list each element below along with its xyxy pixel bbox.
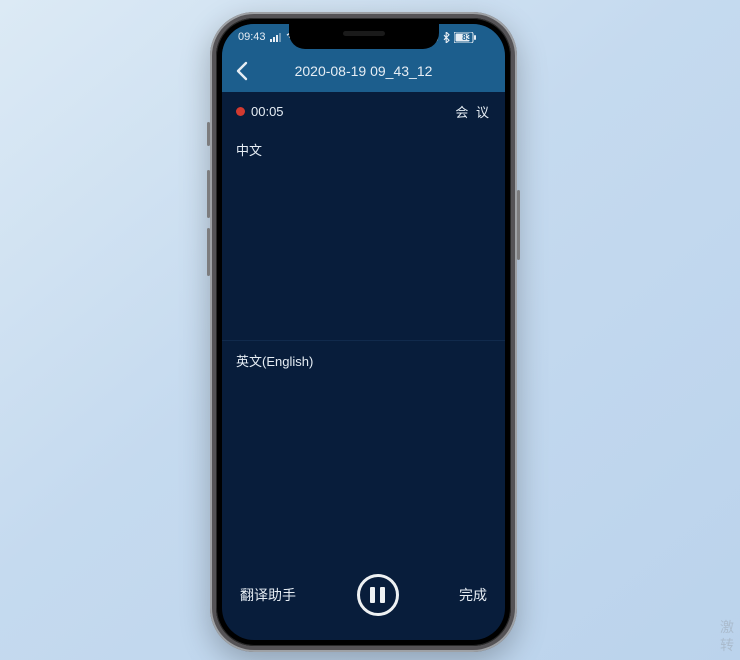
status-time: 09:43	[238, 31, 266, 43]
back-button[interactable]	[232, 60, 254, 82]
recording-indicator-icon	[236, 107, 245, 116]
battery-percent: 83	[462, 33, 471, 42]
record-tag[interactable]: 会 议	[455, 102, 491, 121]
source-language-label: 中文	[236, 143, 262, 158]
target-panel: 英文(English)	[222, 340, 505, 560]
pause-icon	[380, 587, 385, 603]
phone-frame: 09:43 83 2020-08-19 09_43_12 00:05 会 议	[210, 12, 517, 652]
system-watermark: 激转	[720, 618, 734, 654]
bottom-bar: 翻译助手 完成	[222, 562, 505, 640]
page-title: 2020-08-19 09_43_12	[295, 63, 433, 79]
power-button[interactable]	[517, 190, 520, 260]
screen: 09:43 83 2020-08-19 09_43_12 00:05 会 议	[222, 24, 505, 640]
translate-assistant-button[interactable]: 翻译助手	[240, 585, 296, 605]
volume-down-button[interactable]	[207, 228, 210, 276]
signal-icon	[270, 33, 282, 42]
done-button[interactable]: 完成	[459, 585, 487, 605]
source-panel: 中文	[222, 130, 505, 330]
mute-switch[interactable]	[207, 122, 210, 146]
record-elapsed: 00:05	[251, 104, 284, 119]
title-bar: 2020-08-19 09_43_12	[222, 50, 505, 92]
record-bar: 00:05 会 议	[222, 92, 505, 130]
chevron-left-icon	[232, 60, 254, 82]
pause-icon	[370, 587, 375, 603]
pause-button[interactable]	[357, 574, 399, 616]
volume-up-button[interactable]	[207, 170, 210, 218]
bluetooth-icon	[443, 32, 450, 43]
target-language-label: 英文(English)	[236, 354, 313, 369]
notch	[289, 24, 439, 49]
